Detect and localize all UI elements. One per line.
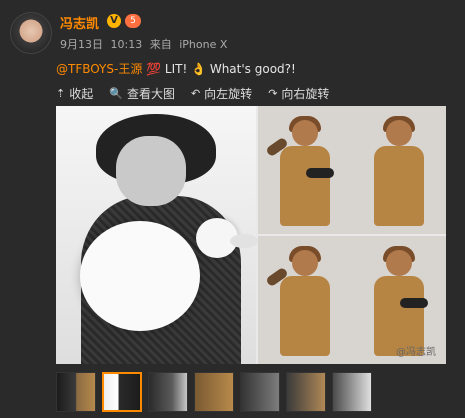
media-watermark: @冯志凯 [396,347,436,358]
thumbnail-6[interactable] [286,372,326,412]
thumbnail-image [241,373,279,411]
thumbnail-4[interactable] [194,372,234,412]
thumbnail-5[interactable] [240,372,280,412]
mention-link[interactable]: @TFBOYS-王源 [56,62,142,76]
tile-controller [400,298,428,308]
photo-tile-2 [352,106,446,234]
username-link[interactable]: 冯志凯 [60,13,99,32]
collapse-icon: ⇡ [56,86,66,100]
rotate-right-icon: ↷ [268,86,278,100]
tile-overalls [280,276,330,356]
thumbnail-image [104,374,140,410]
zoom-icon: 🔍 [109,86,123,100]
post-text: 💯 LIT! 👌 What's good?! [142,62,296,76]
thumbnail-image [57,373,95,411]
photo-tile-3 [258,236,352,364]
tile-face [292,250,318,276]
duck-beak [230,234,258,248]
post-meta: 9月13日 10:13 来自 iPhone X [60,36,231,52]
post-header: 冯志凯 V 5 9月13日 10:13 来自 iPhone X [10,12,450,62]
view-large-button[interactable]: 🔍 查看大图 [109,84,175,102]
photo-main [56,106,258,364]
verified-badge: V [107,14,121,28]
post-content: @TFBOYS-王源 💯 LIT! 👌 What's good?! [56,60,296,77]
thumbnail-1[interactable] [56,372,96,412]
photo-main-face [116,136,186,206]
rotate-left-icon: ↶ [190,86,201,100]
tile-face [386,120,412,146]
tile-controller [306,168,334,178]
tile-overalls [374,146,424,226]
thumbnail-2-active[interactable] [102,372,142,412]
thumbnail-strip [56,372,372,412]
thumbnail-image [195,373,233,411]
source-prefix: 来自 [149,38,172,51]
collapse-label: 收起 [69,86,94,101]
thumbnail-3[interactable] [148,372,188,412]
thumbnail-image [149,373,187,411]
collapse-button[interactable]: ⇡ 收起 [56,84,93,102]
thumbnail-7[interactable] [332,372,372,412]
post-time: 10:13 [110,38,143,51]
rotate-left-button[interactable]: ↶ 向左旋转 [191,84,252,102]
rotate-right-button[interactable]: ↷ 向右旋转 [268,84,329,102]
media-toolbar: ⇡ 收起 🔍 查看大图 ↶ 向左旋转 ↷ 向右旋转 [56,84,329,102]
view-large-label: 查看大图 [126,86,175,101]
thumbnail-image [333,373,371,411]
rotate-right-label: 向右旋转 [281,86,330,101]
level-badge: 5 [125,14,141,28]
avatar[interactable] [10,12,52,54]
tile-face [292,120,318,146]
thumbnail-image [287,373,325,411]
post-date[interactable]: 9月13日 [60,38,103,51]
tile-overalls [280,146,330,226]
post-source[interactable]: iPhone X [179,38,227,51]
tile-face [386,250,412,276]
photo-tile-1 [258,106,352,234]
duck-body [80,221,200,331]
rotate-left-label: 向左旋转 [204,86,253,101]
media-image[interactable]: @冯志凯 [56,106,446,364]
